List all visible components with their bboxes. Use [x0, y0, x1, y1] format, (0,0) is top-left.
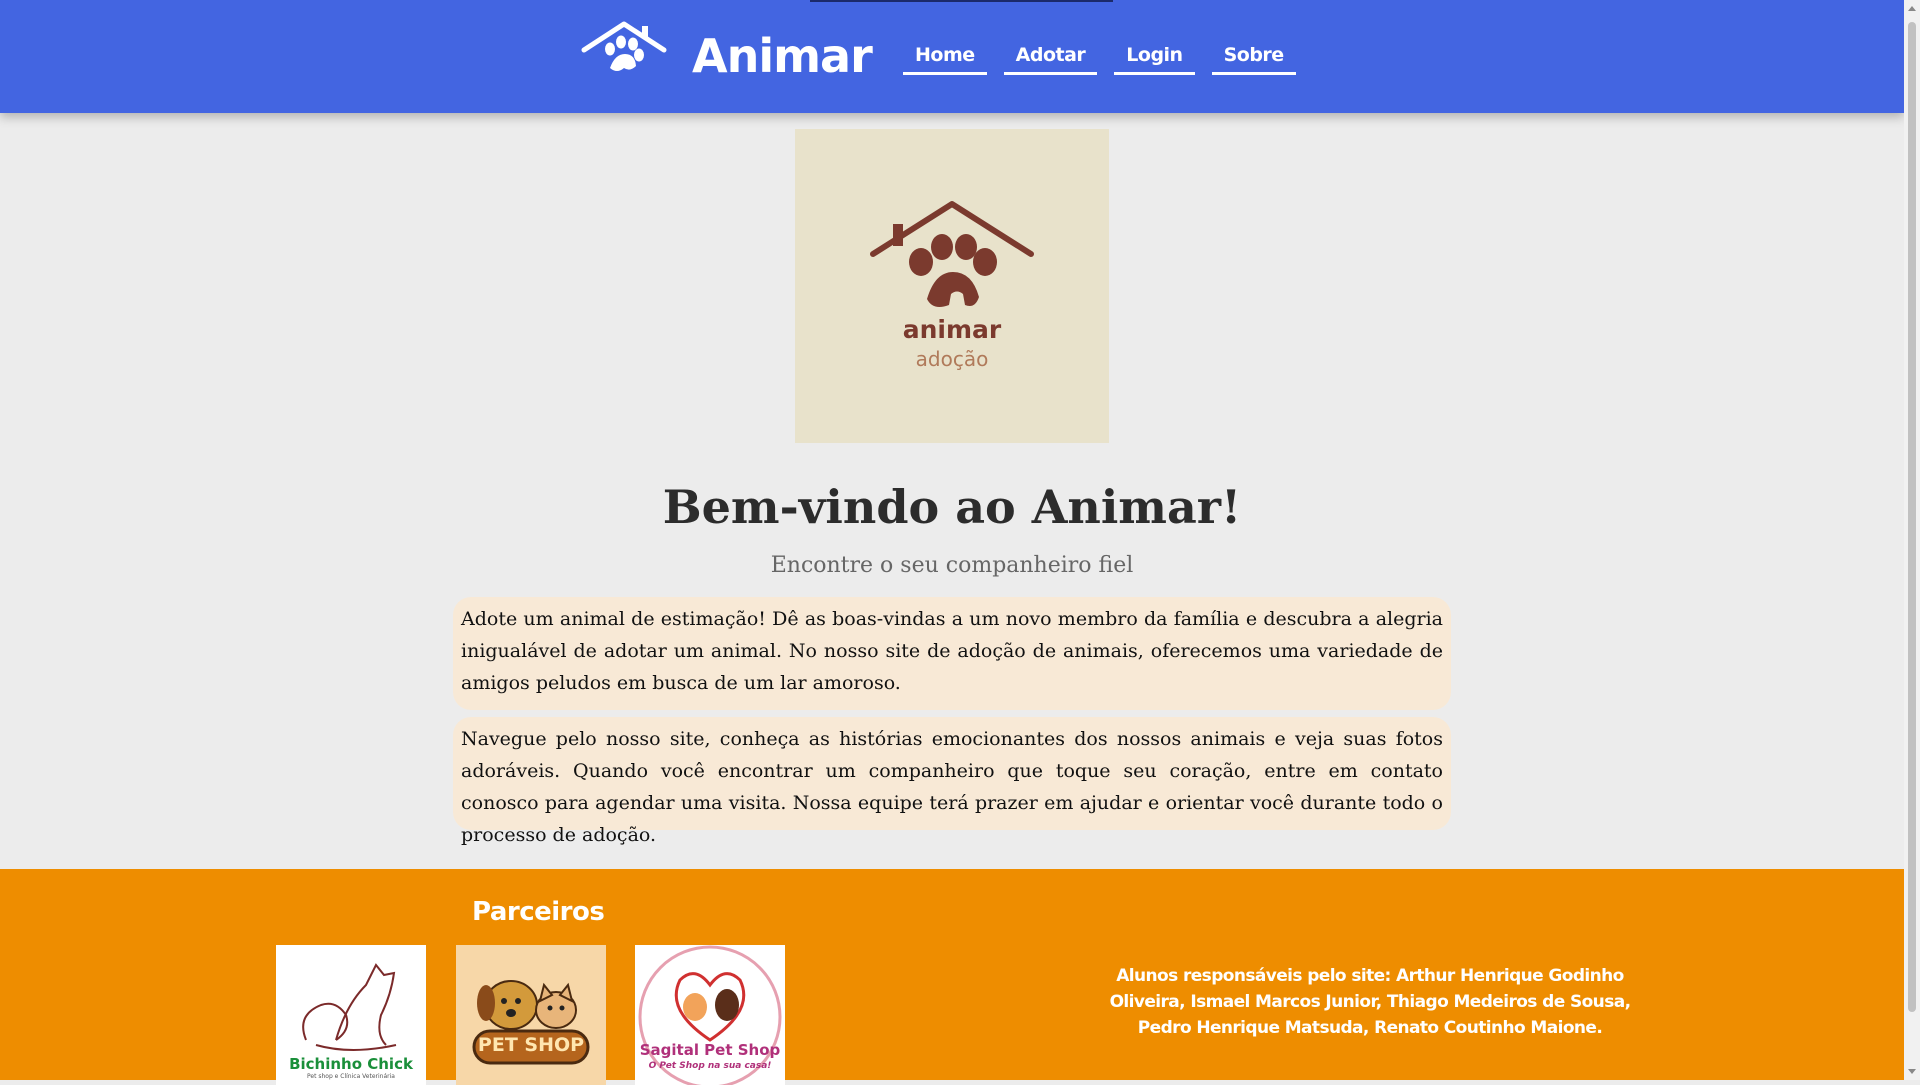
site-header: Animar Home Adotar Login Sobre [0, 0, 1904, 113]
house-paw-logo-icon[interactable] [580, 20, 668, 78]
dog-cat-cartoon-icon [472, 980, 590, 1065]
scroll-down-icon[interactable] [1908, 1069, 1916, 1074]
partner-logo-sagital[interactable]: Sagital Pet Shop O Pet Shop na sua casa! [635, 945, 785, 1085]
partner-tagline-1: Pet shop e Clínica Veterinária [307, 1073, 395, 1080]
page-scrollbar[interactable] [1904, 0, 1920, 1080]
main-nav: Home Adotar Login Sobre [903, 40, 1296, 75]
brand-title[interactable]: Animar [692, 26, 873, 86]
intro-paragraph: Adote um animal de estimação! Dê as boas… [453, 597, 1451, 710]
hero-logo-name: animar [902, 315, 1002, 344]
site-footer: Parceiros Bichinho Chick Pet shop e Clín… [0, 869, 1904, 1085]
partner-tagline-3: O Pet Shop na sua casa! [648, 1061, 772, 1071]
nav-sobre[interactable]: Sobre [1211, 40, 1296, 75]
partners-title: Parceiros [472, 897, 605, 927]
page-title: Bem-vindo ao Animar! [662, 480, 1242, 534]
top-divider [810, 0, 1113, 2]
partner-name-1: Bichinho Chick [289, 1055, 413, 1073]
info-paragraph: Navegue pelo nosso site, conheça as hist… [453, 717, 1451, 846]
scroll-up-icon[interactable] [1908, 6, 1916, 11]
hero-logo-image: animar adoção [795, 129, 1109, 443]
partner-logo-bichinho-chick[interactable]: Bichinho Chick Pet shop e Clínica Veteri… [276, 945, 426, 1085]
scroll-thumb[interactable] [1908, 22, 1916, 1012]
nav-adotar[interactable]: Adotar [1003, 40, 1098, 75]
site-credits: Alunos responsáveis pelo site: Arthur He… [1109, 966, 1631, 1038]
page-tagline: Encontre o seu companheiro fiel [770, 553, 1134, 578]
nav-home[interactable]: Home [903, 40, 987, 75]
partner-name-2: PET SHOP [477, 1034, 585, 1056]
nav-login[interactable]: Login [1114, 40, 1195, 75]
partner-logo-pet-shop[interactable]: PET SHOP [456, 945, 606, 1085]
hero-logo-subtitle: adoção [915, 347, 989, 371]
partner-name-3: Sagital Pet Shop [639, 1041, 781, 1059]
house-paw-icon [870, 201, 1034, 307]
